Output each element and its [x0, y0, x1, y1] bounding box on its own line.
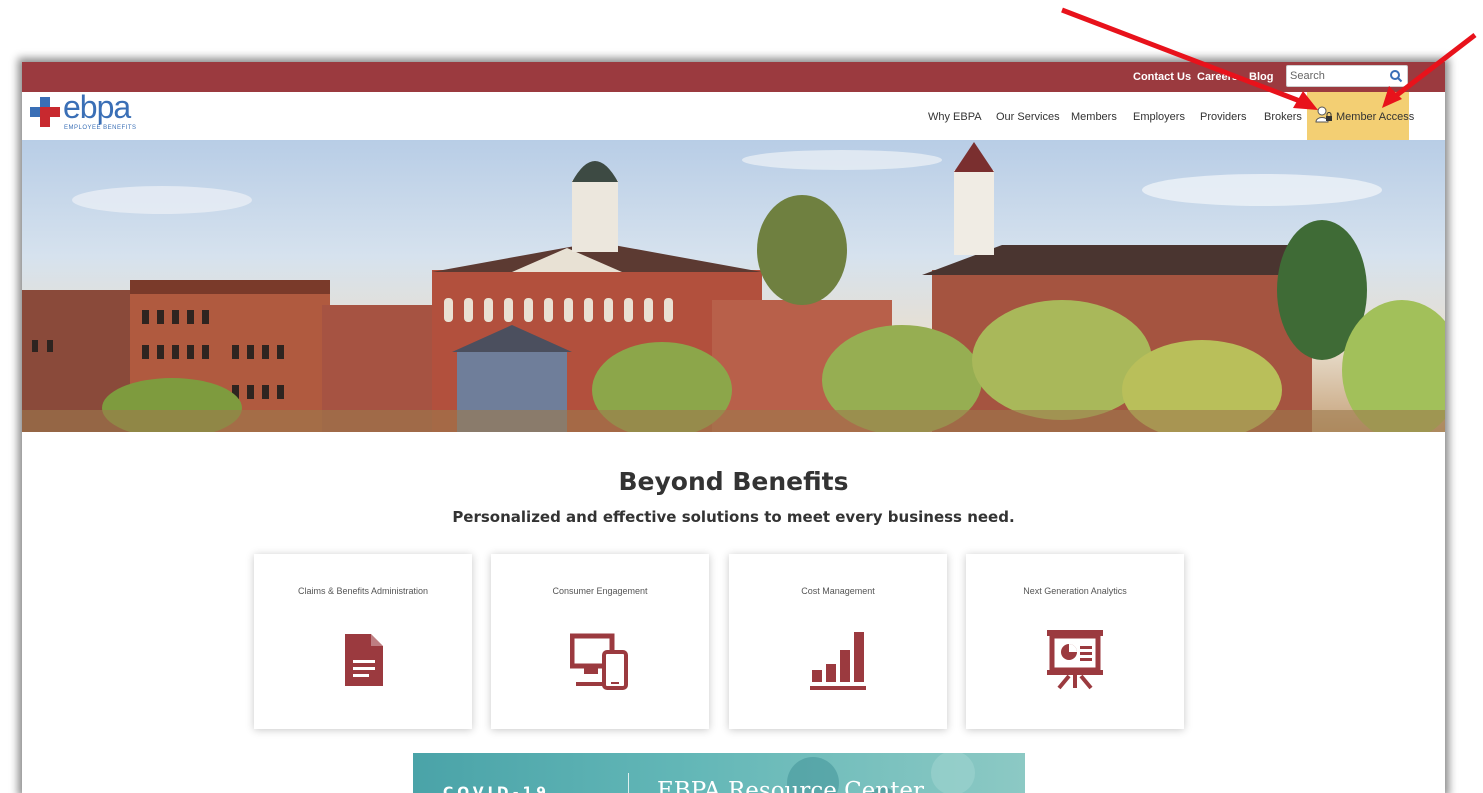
service-card-analytics[interactable]: Next Generation Analytics — [966, 554, 1184, 729]
logo-subtext: EMPLOYEE BENEFITS — [64, 125, 137, 131]
banner-title: EBPA Resource Center — [657, 778, 925, 793]
logo-cross-icon — [30, 97, 60, 127]
nav-brokers[interactable]: Brokers — [1264, 111, 1302, 123]
covid-resource-banner[interactable]: COVID-19 EBPA Resource Center — [413, 753, 1025, 793]
banner-divider — [628, 773, 629, 793]
page-subtitle: Personalized and effective solutions to … — [452, 508, 1015, 526]
nav-providers[interactable]: Providers — [1200, 111, 1246, 123]
search-input[interactable] — [1290, 68, 1388, 84]
blog-link[interactable]: Blog — [1249, 71, 1273, 83]
banner-covid-label: COVID-19 — [443, 785, 551, 793]
hero-town-image — [22, 140, 1445, 432]
document-icon — [345, 634, 383, 686]
main-header: ebpa EMPLOYEE BENEFITS Why EBPA Our Serv… — [22, 89, 1445, 140]
service-card-title: Consumer Engagement — [552, 586, 648, 596]
member-access-label: Member Access — [1336, 111, 1415, 123]
contact-us-link[interactable]: Contact Us — [1133, 71, 1191, 83]
nav-members[interactable]: Members — [1071, 111, 1117, 123]
service-card-cost[interactable]: Cost Management — [729, 554, 947, 729]
logo-wordmark: ebpa — [63, 89, 131, 125]
service-card-title: Claims & Benefits Administration — [297, 586, 429, 596]
nav-why-ebpa[interactable]: Why EBPA — [928, 111, 982, 123]
nav-employers[interactable]: Employers — [1133, 111, 1185, 123]
member-access-button[interactable]: Member Access — [1307, 92, 1414, 140]
town-illustration — [22, 142, 1445, 432]
service-card-title: Cost Management — [801, 586, 875, 596]
bar-chart-icon — [810, 632, 866, 690]
website-frame: Contact Us Careers Blog Search ebpa EMPL… — [22, 62, 1445, 793]
user-lock-icon — [1315, 106, 1332, 123]
careers-link[interactable]: Careers — [1197, 71, 1238, 83]
nav-our-services[interactable]: Our Services — [996, 111, 1060, 123]
page-title: Beyond Benefits — [618, 467, 849, 496]
ebpa-logo[interactable]: ebpa EMPLOYEE BENEFITS — [30, 89, 150, 135]
devices-icon — [570, 633, 628, 690]
service-card-engagement[interactable]: Consumer Engagement — [491, 554, 709, 729]
search-icon[interactable] — [1389, 69, 1403, 83]
screenshot-stage: Contact Us Careers Blog Search ebpa EMPL… — [0, 0, 1483, 793]
service-card-claims[interactable]: Claims & Benefits Administration — [254, 554, 472, 729]
search-box — [1286, 65, 1408, 87]
utility-bar: Contact Us Careers Blog — [22, 62, 1445, 92]
presentation-icon — [1047, 630, 1103, 690]
service-card-title: Next Generation Analytics — [1023, 586, 1127, 596]
